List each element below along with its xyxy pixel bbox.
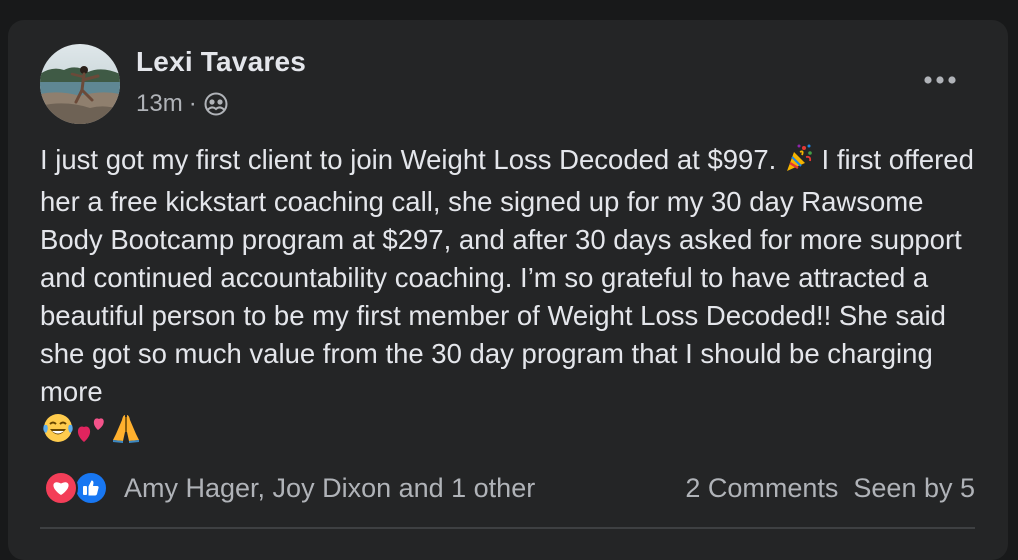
post-text: I just got my first client to join Weigh… [40, 141, 985, 411]
more-options-button[interactable] [914, 66, 966, 94]
post-meta: 13m · [136, 88, 229, 120]
post-stats: 2 Comments Seen by 5 [685, 470, 975, 506]
comments-count-link[interactable]: 2 Comments [685, 473, 838, 504]
party-popper-icon [784, 143, 814, 183]
meta-separator: · [188, 90, 197, 117]
avatar-photo [40, 44, 120, 124]
more-options-icon [924, 76, 956, 84]
like-reaction-icon [74, 471, 108, 505]
post-card: Lexi Tavares 13m · I just got my first c… [8, 20, 1008, 560]
author-avatar[interactable] [40, 44, 120, 124]
author-name[interactable]: Lexi Tavares [136, 46, 306, 78]
reactors-names[interactable]: Amy Hager, Joy Dixon and 1 other [124, 473, 535, 504]
post-divider [40, 527, 975, 529]
tears-of-joy-icon [42, 412, 74, 449]
post-emoji-row [42, 412, 142, 449]
post-timestamp[interactable]: 13m [136, 90, 183, 118]
post-text-main: I just got my first client to join Weigh… [40, 144, 777, 175]
reactions-summary[interactable]: Amy Hager, Joy Dixon and 1 other [44, 470, 535, 506]
two-hearts-icon [76, 412, 108, 449]
folded-hands-icon [110, 412, 142, 449]
love-reaction-icon [44, 471, 78, 505]
post-text-rest: I first offered her a free kickstart coa… [40, 144, 974, 407]
friends-icon[interactable] [203, 91, 229, 117]
seen-by-link[interactable]: Seen by 5 [853, 473, 975, 504]
